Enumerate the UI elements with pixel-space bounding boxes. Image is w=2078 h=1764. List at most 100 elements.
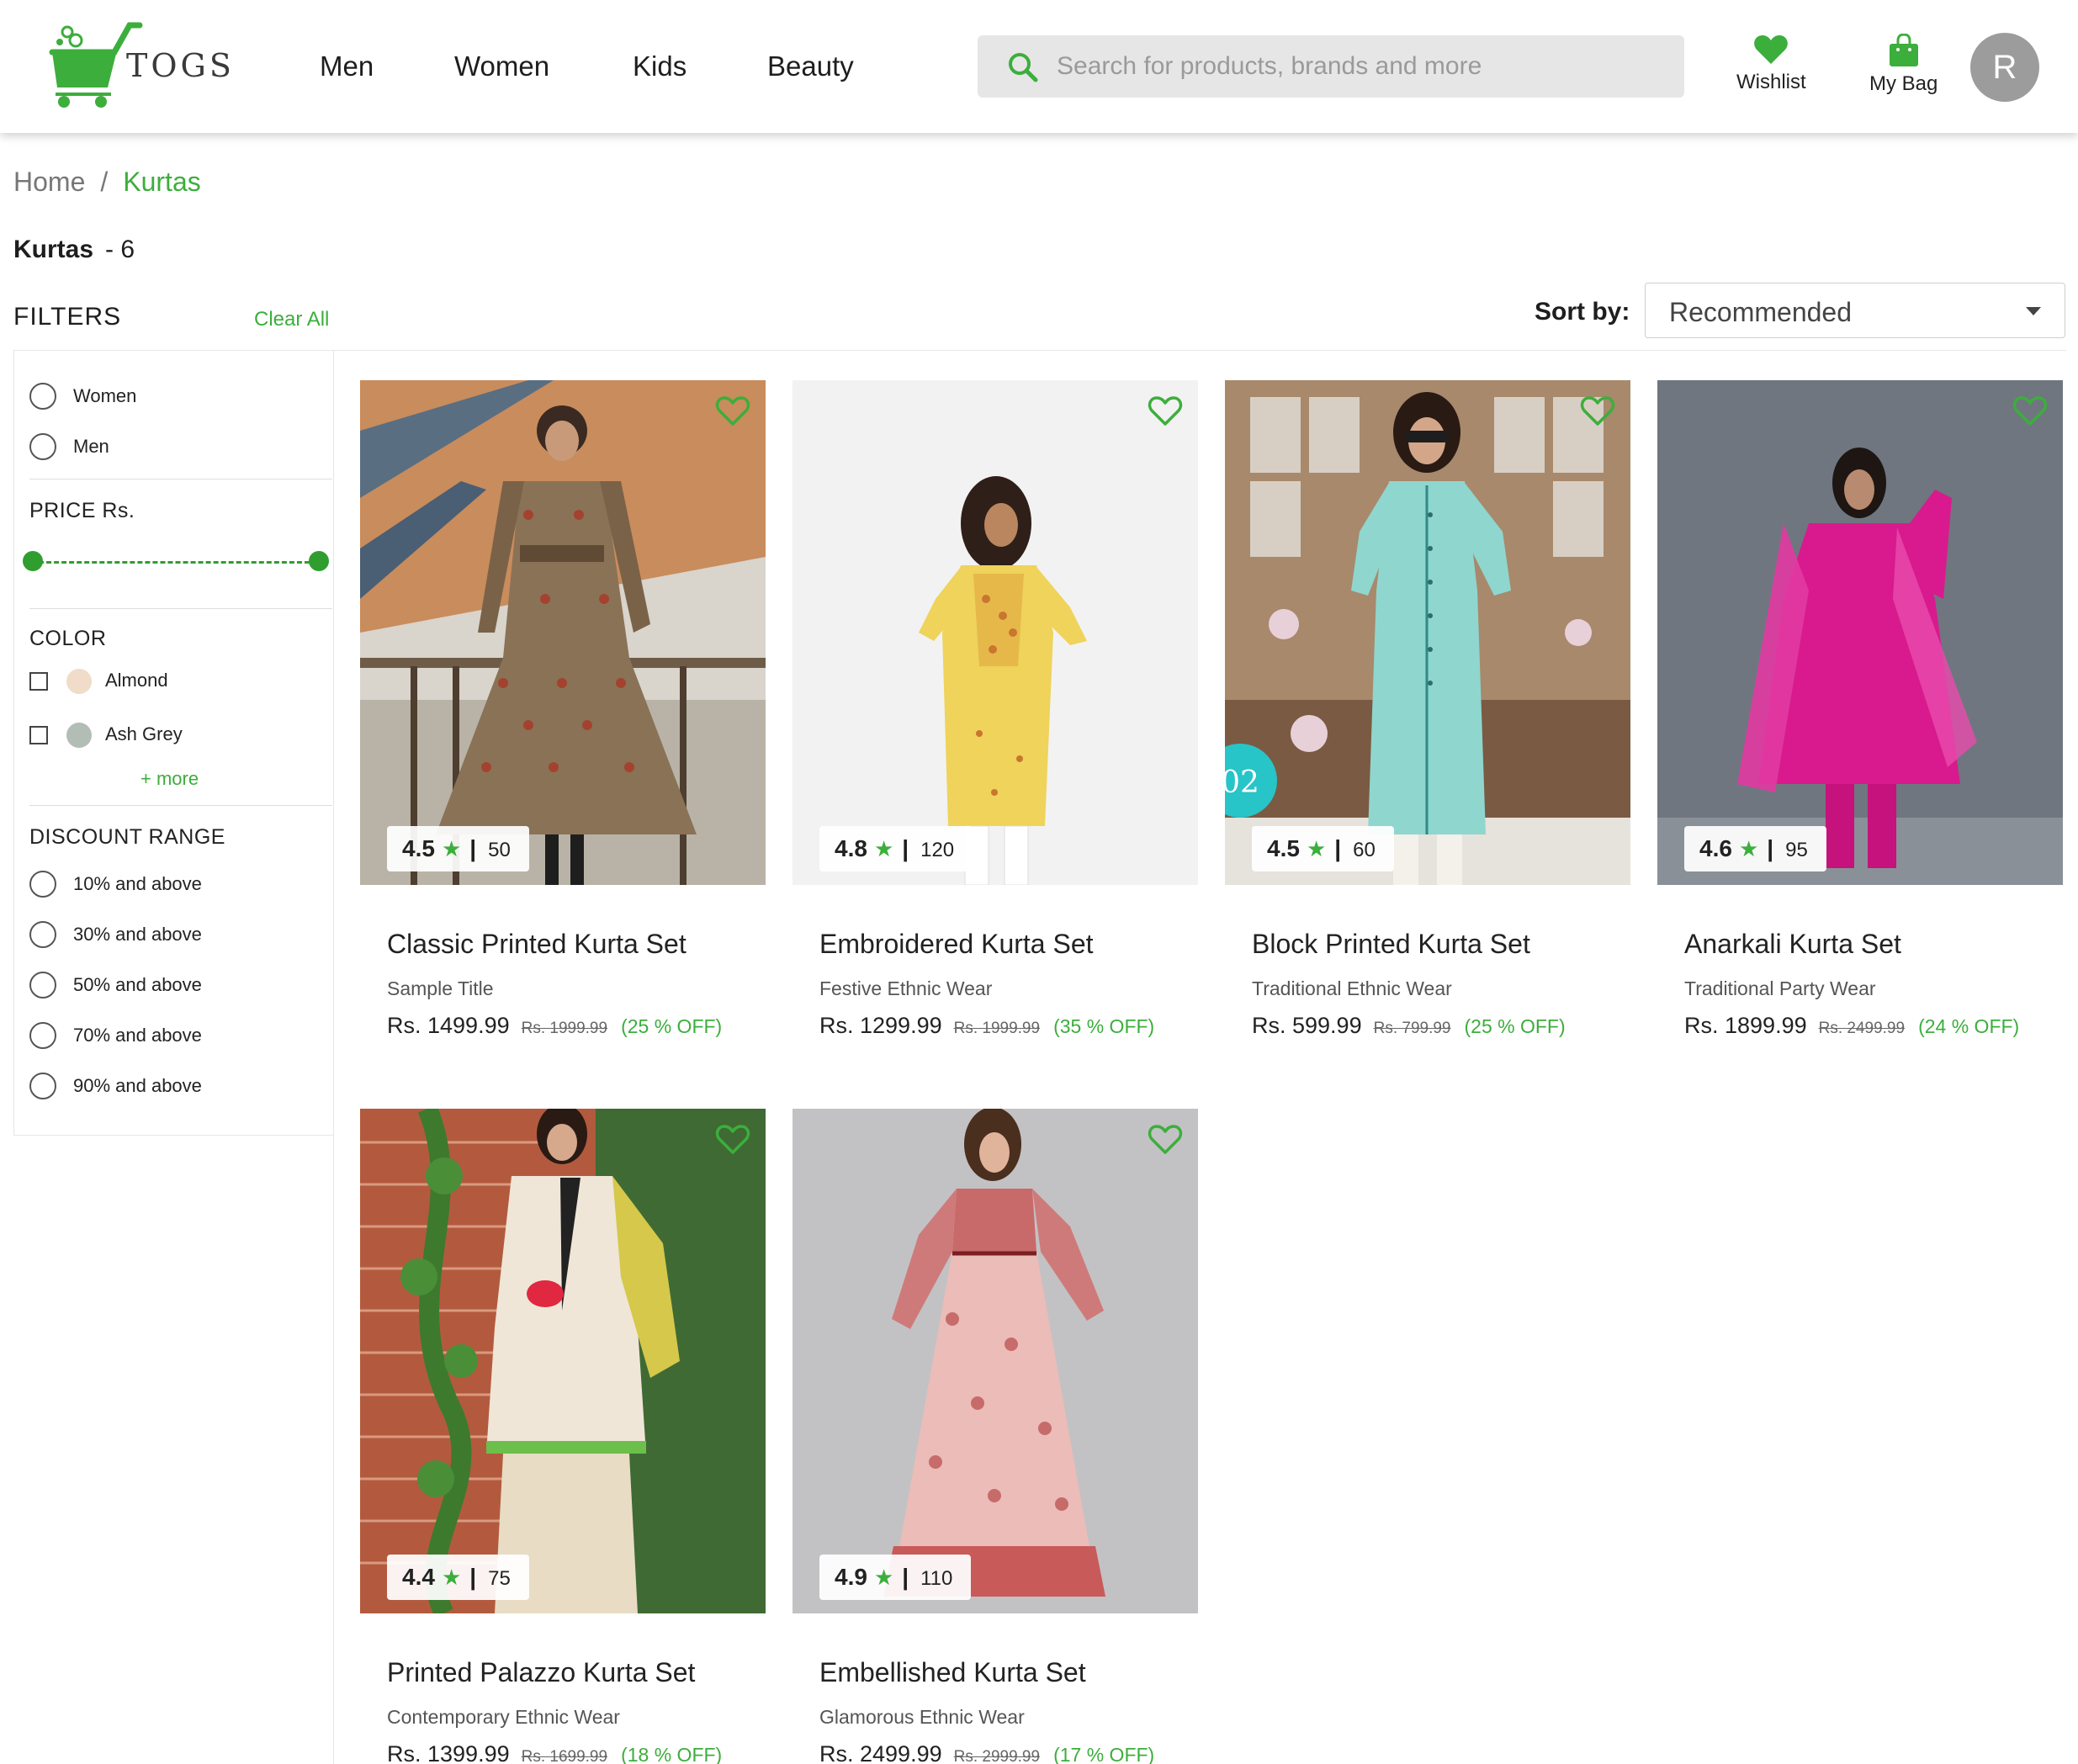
radio-button[interactable]	[29, 1073, 56, 1099]
search-input[interactable]	[1057, 35, 1662, 98]
product-card[interactable]: 4.4 ★ | 75 Printed Palazzo Kurta Set Contem…	[360, 1109, 766, 1764]
product-name[interactable]: Anarkali Kurta Set	[1684, 929, 1901, 960]
filter-gender-women[interactable]: Women	[29, 383, 136, 410]
radio-button[interactable]	[29, 1022, 56, 1049]
product-name[interactable]: Classic Printed Kurta Set	[387, 929, 686, 960]
filter-discount-90[interactable]: 90% and above	[29, 1073, 202, 1099]
price-original: Rs. 2499.99	[1818, 1020, 1906, 1037]
filter-discount-50[interactable]: 50% and above	[29, 972, 202, 999]
sort-label: Sort by:	[1535, 298, 1630, 326]
product-name[interactable]: Printed Palazzo Kurta Set	[387, 1657, 695, 1688]
filter-discount-10[interactable]: 10% and above	[29, 871, 202, 898]
breadcrumb: Home / Kurtas	[13, 167, 201, 198]
chevron-down-icon	[2026, 307, 2041, 315]
product-image[interactable]	[1657, 380, 2063, 885]
filter-label: Men	[73, 436, 109, 457]
discount-filter-title: DISCOUNT RANGE	[29, 825, 225, 849]
product-image[interactable]	[360, 380, 766, 885]
heart-outline-icon[interactable]	[715, 1124, 750, 1156]
nav-men[interactable]: Men	[320, 50, 374, 82]
top-header: TOGS Men Women Kids Beauty Wishlist My B…	[0, 0, 2078, 133]
radio-button[interactable]	[29, 921, 56, 948]
product-card[interactable]: 4.6 ★ | 95 Anarkali Kurta Set Traditional P…	[1657, 380, 2063, 1070]
heart-outline-icon[interactable]	[1580, 395, 1615, 427]
product-name[interactable]: Embellished Kurta Set	[819, 1657, 1086, 1688]
togs-logo[interactable]: TOGS	[49, 22, 234, 109]
divider	[29, 608, 332, 609]
price-slider-min-handle[interactable]	[23, 551, 43, 571]
price-discount: (17 % OFF)	[1053, 1744, 1155, 1764]
rating-badge: 4.8 ★ | 120	[819, 826, 973, 871]
color-label: Almond	[105, 669, 168, 691]
color-label: Ash Grey	[105, 723, 183, 744]
radio-button[interactable]	[29, 871, 56, 898]
radio-button[interactable]	[29, 972, 56, 999]
product-card[interactable]: 02 4.5 ★ | 60 Block Printed Kurta Set Tradi…	[1225, 380, 1630, 1070]
price-discount: (24 % OFF)	[1918, 1015, 2020, 1037]
image-badge-text: 02	[1225, 765, 1259, 800]
price-slider-track[interactable]	[31, 561, 317, 564]
color-swatch	[66, 669, 92, 694]
heart-outline-icon[interactable]	[2012, 395, 2048, 427]
filter-discount-70[interactable]: 70% and above	[29, 1022, 202, 1049]
search-icon	[1009, 53, 1038, 82]
nav-kids[interactable]: Kids	[633, 50, 686, 82]
filter-gender-men[interactable]: Men	[29, 433, 109, 460]
wishlist-button[interactable]: Wishlist	[1736, 34, 1806, 94]
product-image[interactable]	[793, 1109, 1198, 1613]
product-image[interactable]: 02	[1225, 380, 1630, 885]
rating-count: 120	[920, 839, 955, 861]
product-card[interactable]: 4.9 ★ | 110 Embellished Kurta Set Glamorous…	[793, 1109, 1198, 1764]
product-image[interactable]	[360, 1109, 766, 1613]
checkbox[interactable]	[29, 672, 48, 691]
heart-outline-icon[interactable]	[1148, 1124, 1183, 1156]
filter-color-almond[interactable]: Almond	[29, 669, 168, 694]
nav-beauty[interactable]: Beauty	[767, 50, 854, 82]
heart-outline-icon[interactable]	[1148, 395, 1183, 427]
shopping-bag-icon	[1889, 34, 1918, 66]
rating-value: 4.5	[1267, 835, 1300, 861]
product-subtitle: Glamorous Ethnic Wear	[819, 1706, 1025, 1728]
product-name[interactable]: Block Printed Kurta Set	[1252, 929, 1530, 960]
product-price: Rs. 599.99 Rs. 799.99 (25 % OFF)	[1252, 1013, 1566, 1039]
my-bag-button[interactable]: My Bag	[1869, 34, 1938, 96]
filter-discount-30[interactable]: 30% and above	[29, 921, 202, 948]
checkbox[interactable]	[29, 726, 48, 744]
product-price: Rs. 1499.99 Rs. 1999.99 (25 % OFF)	[387, 1013, 722, 1039]
price-discount: (25 % OFF)	[621, 1015, 723, 1037]
clear-all-button[interactable]: Clear All	[254, 308, 329, 331]
more-colors-link[interactable]: + more	[140, 768, 199, 790]
radio-button[interactable]	[29, 383, 56, 410]
price-discount: (35 % OFF)	[1053, 1015, 1155, 1037]
user-avatar[interactable]: R	[1970, 33, 2039, 102]
search-bar	[978, 35, 1684, 98]
heart-outline-icon[interactable]	[715, 395, 750, 427]
price-slider-max-handle[interactable]	[309, 551, 329, 571]
radio-button[interactable]	[29, 433, 56, 460]
product-card[interactable]: 4.8 ★ | 120 Embroidered Kurta Set Festive E…	[793, 380, 1198, 1070]
product-price: Rs. 1899.99 Rs. 2499.99 (24 % OFF)	[1684, 1013, 2019, 1039]
rating-badge: 4.5 ★ | 50	[387, 826, 529, 871]
product-image[interactable]	[793, 380, 1198, 885]
price-current: Rs. 1299.99	[819, 1013, 942, 1038]
color-swatch	[66, 723, 92, 748]
rating-count: 110	[920, 1567, 953, 1590]
price-current: Rs. 599.99	[1252, 1013, 1362, 1038]
price-current: Rs. 1399.99	[387, 1741, 510, 1764]
product-name[interactable]: Embroidered Kurta Set	[819, 929, 1094, 960]
price-current: Rs. 1499.99	[387, 1013, 510, 1038]
filter-color-ash-grey[interactable]: Ash Grey	[29, 723, 183, 748]
breadcrumb-home[interactable]: Home	[13, 167, 85, 197]
rating-badge: 4.6 ★ | 95	[1684, 826, 1826, 871]
product-price: Rs. 1299.99 Rs. 1999.99 (35 % OFF)	[819, 1013, 1154, 1039]
filter-label: 10% and above	[73, 873, 202, 894]
sort-dropdown[interactable]: Recommended	[1645, 283, 2065, 338]
nav-women[interactable]: Women	[454, 50, 549, 82]
rating-count: 50	[488, 839, 511, 861]
rating-value: 4.8	[835, 835, 867, 861]
product-price: Rs. 1399.99 Rs. 1699.99 (18 % OFF)	[387, 1741, 722, 1764]
product-card[interactable]: 4.5 ★ | 50 Classic Printed Kurta Set Sample…	[360, 380, 766, 1070]
price-current: Rs. 1899.99	[1684, 1013, 1807, 1038]
product-subtitle: Sample Title	[387, 977, 494, 999]
page-title: Kurtas - 6	[13, 236, 135, 264]
